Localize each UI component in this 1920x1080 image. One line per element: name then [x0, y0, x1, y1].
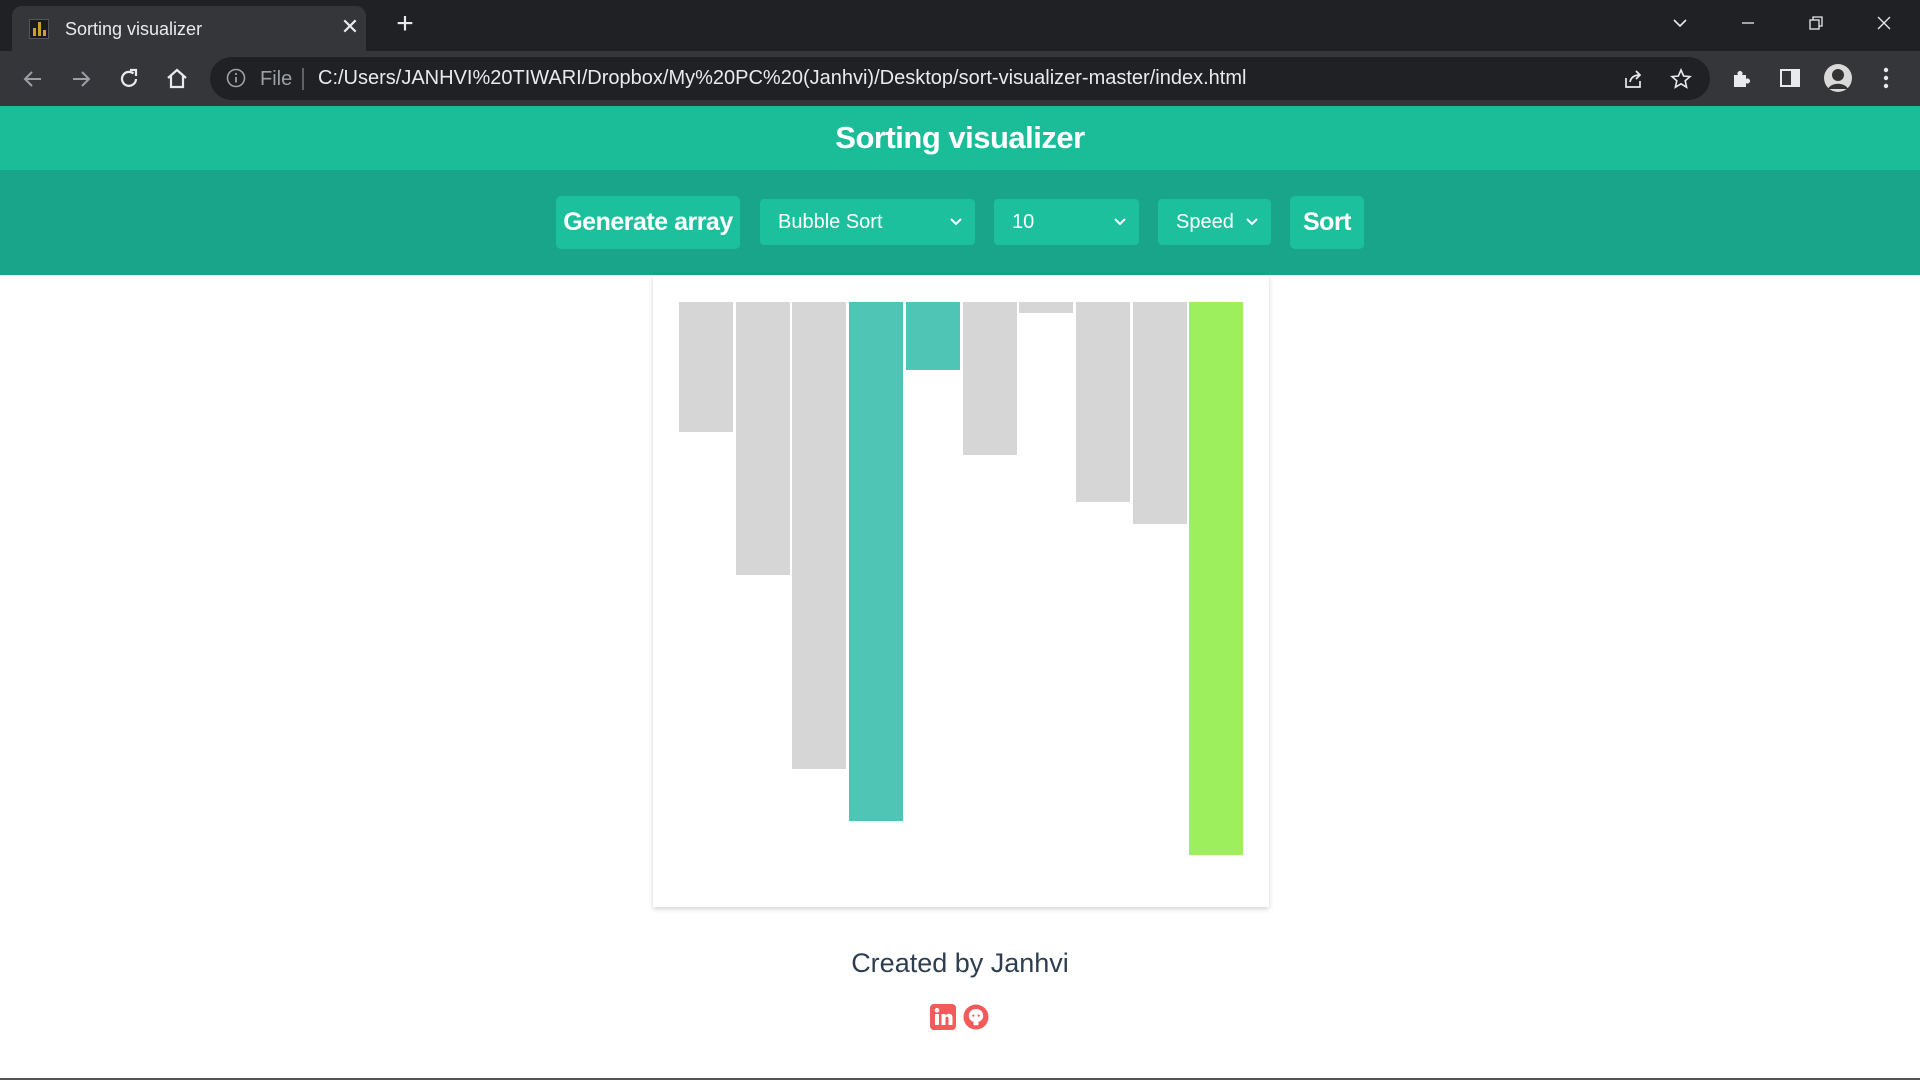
array-bar [962, 302, 1017, 455]
algorithm-select[interactable]: Bubble Sort [760, 199, 975, 245]
generate-array-button[interactable]: Generate array [556, 196, 740, 249]
speed-select[interactable]: Speed [1158, 199, 1271, 245]
speed-select-value: Speed [1176, 210, 1234, 233]
array-bar [849, 302, 904, 821]
tab-search-icon[interactable] [1660, 6, 1700, 40]
algorithm-select-value: Bubble Sort [778, 210, 883, 233]
side-panel-icon[interactable] [1774, 62, 1806, 94]
extensions-icon[interactable] [1726, 62, 1758, 94]
array-bar [735, 302, 790, 575]
profile-avatar-icon[interactable] [1822, 62, 1854, 94]
linkedin-icon[interactable] [930, 1004, 956, 1030]
chevron-down-icon [1114, 218, 1126, 226]
tab-title: Sorting visualizer [65, 19, 203, 39]
omnibox-divider [302, 68, 304, 90]
page-header: Sorting visualizer [0, 106, 1920, 170]
scheme-label: File [260, 68, 293, 90]
browser-menu-icon[interactable] [1870, 62, 1902, 94]
credit-text: Created by Janhvi [851, 948, 1069, 978]
array-size-select-value: 10 [1012, 210, 1035, 233]
minimize-icon[interactable] [1728, 6, 1768, 40]
array-bar [1019, 302, 1074, 313]
new-tab-icon[interactable]: + [390, 9, 420, 40]
home-icon[interactable] [158, 60, 196, 98]
array-bar [792, 302, 847, 769]
back-icon[interactable] [14, 60, 52, 98]
github-icon[interactable] [963, 1004, 989, 1030]
array-bar [679, 302, 733, 432]
page-title: Sorting visualizer [835, 120, 1085, 155]
chevron-down-icon [950, 218, 962, 226]
array-visualization [653, 275, 1269, 907]
url-text[interactable]: C:/Users/JANHVI%20TIWARI/Dropbox/My%20PC… [318, 67, 1246, 90]
reload-icon[interactable] [110, 60, 148, 98]
sort-button[interactable]: Sort [1290, 196, 1364, 249]
array-bar [1132, 302, 1187, 524]
controls-bar: Generate array Bubble Sort 10 Speed Sort [0, 170, 1920, 275]
site-info-icon[interactable] [226, 68, 246, 88]
browser-tab[interactable]: Sorting visualizer ✕ [12, 6, 366, 51]
array-bar [1075, 302, 1130, 502]
array-size-select[interactable]: 10 [994, 199, 1139, 245]
chevron-down-icon [1246, 218, 1258, 226]
forward-icon[interactable] [62, 60, 100, 98]
browser-toolbar: File C:/Users/JANHVI%20TIWARI/Dropbox/My… [0, 51, 1920, 106]
address-bar[interactable]: File C:/Users/JANHVI%20TIWARI/Dropbox/My… [210, 57, 1710, 100]
array-bar [1189, 302, 1244, 855]
close-window-icon[interactable] [1864, 6, 1904, 40]
share-icon[interactable] [1620, 66, 1646, 92]
tab-strip: Sorting visualizer ✕ + [0, 0, 1920, 51]
bookmark-star-icon[interactable] [1668, 66, 1694, 92]
array-bar [905, 302, 960, 370]
favicon-icon [29, 19, 49, 39]
tab-close-icon[interactable]: ✕ [337, 14, 363, 40]
restore-icon[interactable] [1796, 6, 1836, 40]
